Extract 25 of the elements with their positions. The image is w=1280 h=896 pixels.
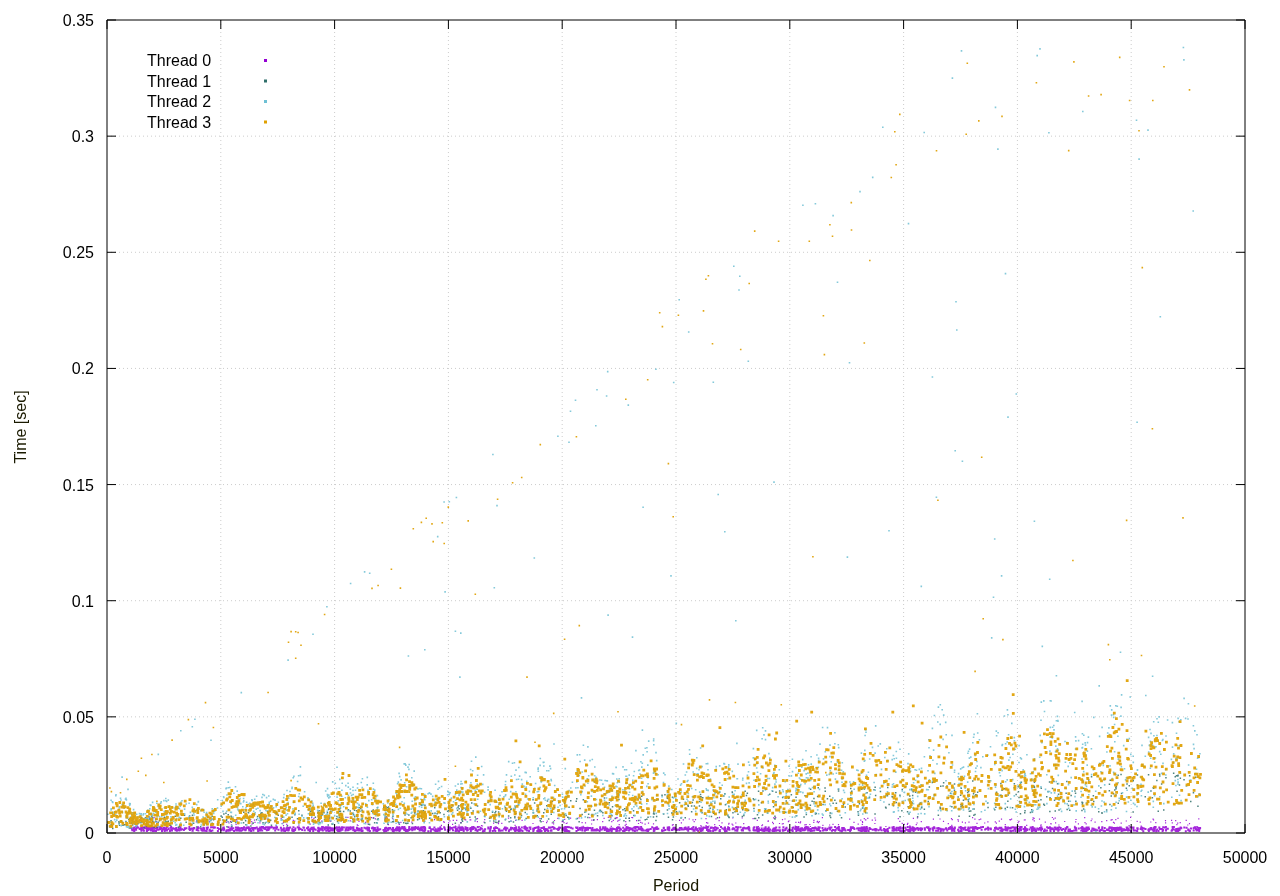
x-tick-label: 40000 — [995, 849, 1040, 866]
x-tick-label: 15000 — [426, 849, 471, 866]
x-tick-label: 5000 — [203, 849, 239, 866]
y-tick-label: 0.2 — [71, 360, 94, 378]
y-tick-label: 0.1 — [71, 592, 94, 610]
y-tick-label: 0.35 — [62, 12, 94, 29]
y-tick-label: 0.15 — [62, 476, 94, 494]
x-tick-label: 45000 — [1108, 849, 1154, 866]
x-tick-label: 30000 — [767, 849, 813, 866]
y-tick-label: 0.3 — [71, 128, 94, 146]
x-tick-label: 25000 — [653, 849, 699, 866]
x-tick-label: 0 — [102, 849, 112, 866]
y-axis-label: Time [sec] — [12, 390, 29, 464]
legend-label: Thread 0 — [147, 52, 212, 69]
legend-label: Thread 1 — [147, 72, 212, 90]
y-tick-label: 0 — [85, 825, 94, 842]
x-tick-label: 35000 — [881, 849, 926, 866]
legend-label: Thread 3 — [147, 113, 212, 131]
y-tick-label: 0.25 — [62, 244, 94, 262]
x-tick-label: 50000 — [1222, 849, 1268, 866]
legend-label: Thread 2 — [147, 93, 212, 110]
x-tick-label: 20000 — [539, 849, 585, 866]
x-axis-label: Period — [652, 877, 700, 894]
x-tick-label: 10000 — [312, 849, 357, 866]
y-tick-label: 0.05 — [62, 708, 94, 726]
